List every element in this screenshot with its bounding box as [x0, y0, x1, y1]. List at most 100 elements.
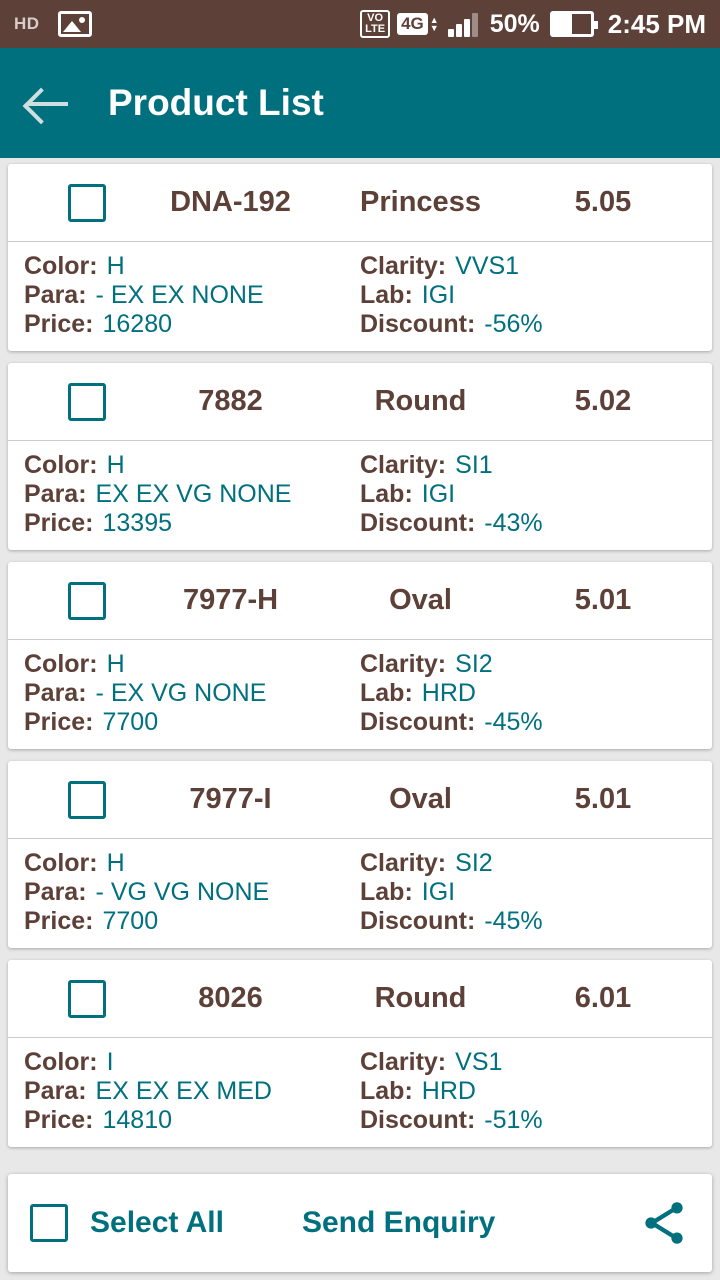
discount-label: Discount: — [360, 907, 476, 935]
battery-fill — [552, 14, 572, 34]
select-all-checkbox[interactable] — [30, 1204, 68, 1242]
data-transfer-icon: ▲ ▼ — [429, 16, 439, 33]
list-item[interactable]: 7977-H Oval 5.01 Color: H Clarity: SI2 P… — [8, 562, 712, 749]
clarity-field: Clarity: VS1 — [360, 1048, 696, 1077]
lab-label: Lab: — [360, 1077, 413, 1105]
bottom-action-bar: Select All Send Enquiry — [8, 1174, 712, 1272]
para-label: Para: — [24, 679, 87, 707]
para-value: EX EX EX MED — [95, 1077, 272, 1105]
color-label: Color: — [24, 650, 98, 678]
detail-row: Color: I Clarity: VS1 — [24, 1048, 696, 1077]
discount-value: -56% — [484, 310, 543, 338]
list-item[interactable]: 7977-I Oval 5.01 Color: H Clarity: SI2 P… — [8, 761, 712, 948]
product-carat: 5.02 — [574, 385, 632, 417]
color-label: Color: — [24, 1048, 98, 1076]
para-label: Para: — [24, 878, 87, 906]
discount-value: -43% — [484, 509, 543, 537]
price-field: Price: 7700 — [24, 708, 360, 737]
discount-field: Discount: -56% — [360, 310, 696, 339]
color-value: H — [106, 849, 125, 877]
color-value: H — [106, 451, 125, 479]
product-list[interactable]: DNA-192 Princess 5.05 Color: H Clarity: … — [0, 158, 720, 1168]
product-shape: Round — [374, 982, 467, 1014]
para-field: Para: EX EX EX MED — [24, 1077, 360, 1106]
color-field: Color: H — [24, 252, 360, 281]
discount-field: Discount: -45% — [360, 708, 696, 737]
para-field: Para: EX EX VG NONE — [24, 480, 360, 509]
para-field: Para: - EX VG NONE — [24, 679, 360, 708]
product-list-screen: HD VO LTE 4G ▲ ▼ 50% 2:45 PM Product Lis… — [0, 0, 720, 1280]
product-details: Color: H Clarity: SI2 Para: - VG VG NONE — [8, 839, 712, 948]
share-icon[interactable] — [638, 1197, 690, 1249]
price-field: Price: 16280 — [24, 310, 360, 339]
para-value: EX EX VG NONE — [95, 480, 292, 508]
product-name: DNA-192 — [170, 186, 291, 218]
para-field: Para: - VG VG NONE — [24, 878, 360, 907]
discount-field: Discount: -51% — [360, 1106, 696, 1135]
discount-field: Discount: -45% — [360, 907, 696, 936]
status-bar: HD VO LTE 4G ▲ ▼ 50% 2:45 PM — [0, 0, 720, 48]
price-label: Price: — [24, 310, 94, 338]
data-down-arrow: ▼ — [429, 23, 439, 33]
color-value: I — [106, 1048, 114, 1076]
product-checkbox[interactable] — [68, 979, 106, 1018]
discount-label: Discount: — [360, 708, 476, 736]
product-checkbox[interactable] — [68, 183, 106, 222]
price-label: Price: — [24, 1106, 94, 1134]
back-arrow-icon[interactable] — [22, 77, 74, 129]
product-name: 7882 — [198, 385, 263, 417]
product-carat: 6.01 — [574, 982, 632, 1014]
lab-value: IGI — [421, 480, 456, 508]
product-name: 7977-I — [189, 783, 272, 815]
product-header[interactable]: 8026 Round 6.01 — [8, 960, 712, 1038]
detail-row: Color: H Clarity: VVS1 — [24, 252, 696, 281]
product-header[interactable]: 7977-I Oval 5.01 — [8, 761, 712, 839]
product-checkbox[interactable] — [68, 581, 106, 620]
lab-label: Lab: — [360, 878, 413, 906]
color-value: H — [106, 252, 125, 280]
discount-label: Discount: — [360, 509, 476, 537]
lab-field: Lab: IGI — [360, 281, 696, 310]
product-carat: 5.01 — [574, 584, 632, 616]
product-header[interactable]: 7882 Round 5.02 — [8, 363, 712, 441]
clarity-value: VVS1 — [455, 252, 520, 280]
product-header[interactable]: 7977-H Oval 5.01 — [8, 562, 712, 640]
color-field: Color: H — [24, 849, 360, 878]
detail-row: Price: 16280 Discount: -56% — [24, 310, 696, 339]
send-enquiry-button[interactable]: Send Enquiry — [302, 1206, 495, 1240]
para-value: - EX EX NONE — [95, 281, 264, 309]
product-carat: 5.05 — [574, 186, 632, 218]
product-carat: 5.01 — [574, 783, 632, 815]
app-bar: Product List — [0, 48, 720, 158]
product-header[interactable]: DNA-192 Princess 5.05 — [8, 164, 712, 242]
detail-row: Color: H Clarity: SI2 — [24, 650, 696, 679]
color-field: Color: H — [24, 650, 360, 679]
list-item[interactable]: 7882 Round 5.02 Color: H Clarity: SI1 Pa… — [8, 363, 712, 550]
product-checkbox[interactable] — [68, 382, 106, 421]
color-value: H — [106, 650, 125, 678]
clarity-value: VS1 — [455, 1048, 503, 1076]
clarity-field: Clarity: SI1 — [360, 451, 696, 480]
detail-row: Para: - EX VG NONE Lab: HRD — [24, 679, 696, 708]
price-value: 14810 — [102, 1106, 173, 1134]
product-checkbox[interactable] — [68, 780, 106, 819]
list-item[interactable]: DNA-192 Princess 5.05 Color: H Clarity: … — [8, 164, 712, 351]
signal-bars-icon — [447, 11, 480, 37]
clarity-label: Clarity: — [360, 849, 447, 877]
price-field: Price: 14810 — [24, 1106, 360, 1135]
list-item[interactable]: 8026 Round 6.01 Color: I Clarity: VS1 Pa… — [8, 960, 712, 1147]
lab-label: Lab: — [360, 281, 413, 309]
clarity-field: Clarity: VVS1 — [360, 252, 696, 281]
para-field: Para: - EX EX NONE — [24, 281, 360, 310]
volte-icon: VO LTE — [360, 10, 391, 38]
color-field: Color: H — [24, 451, 360, 480]
signal-bar-3 — [463, 19, 470, 37]
product-name: 7977-H — [182, 584, 279, 616]
detail-row: Color: H Clarity: SI2 — [24, 849, 696, 878]
discount-value: -45% — [484, 708, 543, 736]
select-all-label[interactable]: Select All — [90, 1206, 224, 1240]
photo-icon — [57, 11, 92, 37]
lab-value: IGI — [421, 878, 456, 906]
para-value: - EX VG NONE — [95, 679, 267, 707]
hd-label: HD — [14, 14, 40, 33]
